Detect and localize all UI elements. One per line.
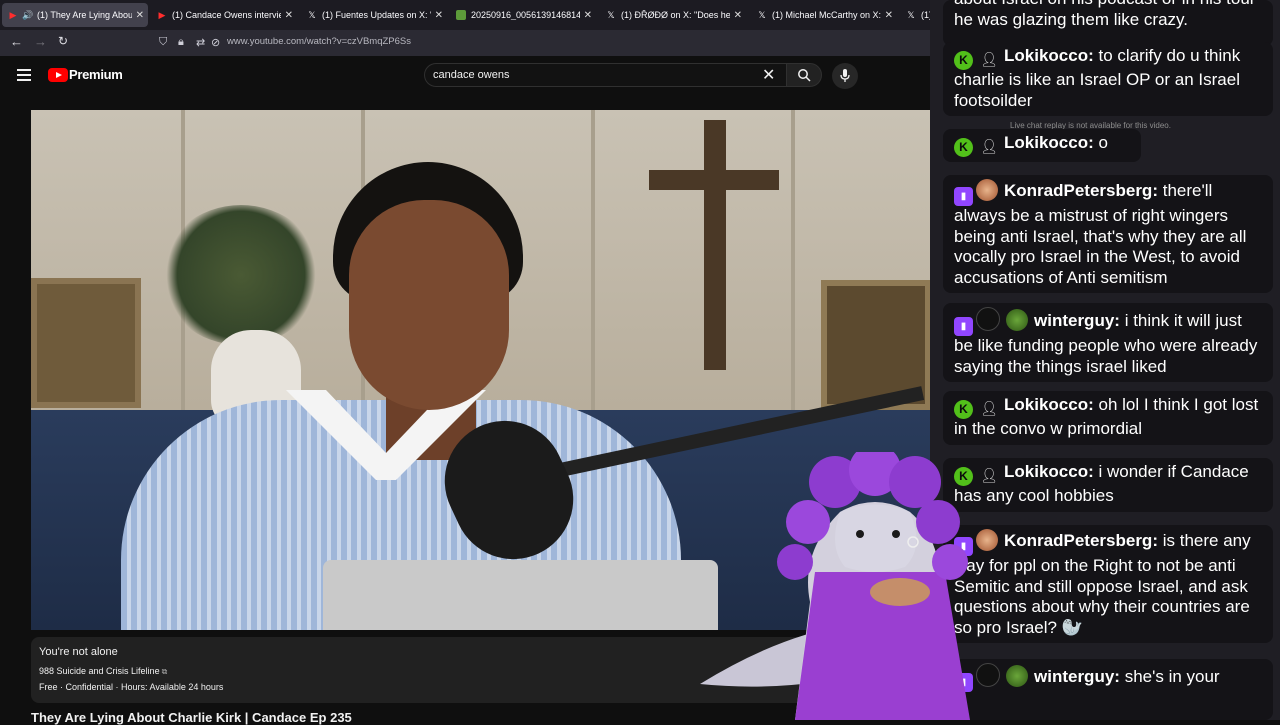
browser-tab[interactable]: 𝕏 (1) Michael McCarthy on X: "Wa ✕ (751, 3, 897, 27)
external-link-icon: ⧉ (161, 667, 168, 676)
shield-icon[interactable]: ⛉ (159, 36, 167, 49)
chat-username: KonradPetersberg (1004, 181, 1153, 200)
browser-tab[interactable]: ▶ 🔊 (1) They Are Lying About C ✕ (2, 3, 148, 27)
chat-text: she's in your (1124, 667, 1220, 686)
browser-tab[interactable]: 𝕏 (1) Fuentes Updates on X: "Can ✕ (301, 3, 447, 27)
chat-message: ▮ winterguy: i think it will just be like… (943, 303, 1273, 382)
chat-username: winterguy (1034, 311, 1115, 330)
crisis-title: You're not alone (39, 646, 118, 658)
x-icon: 𝕏 (607, 9, 615, 20)
tab-title: (1) ÐŘØĐØ on X: "Does he so (621, 10, 730, 20)
kick-icon: K (954, 400, 973, 419)
close-tab-icon[interactable]: ✕ (584, 10, 592, 21)
chat-username: Lokikocco (1004, 133, 1089, 152)
speaker-icon[interactable]: 🔊 (22, 10, 33, 20)
kick-icon: K (954, 138, 973, 157)
chat-username: KonradPetersberg (1004, 531, 1153, 550)
url-text[interactable]: www.youtube.com/watch?v=czVBmqZP6Ss (227, 36, 411, 47)
streamer-avatar (700, 452, 970, 720)
chat-username: Lokikocco (1004, 46, 1089, 65)
video-title: They Are Lying About Charlie Kirk | Cand… (31, 710, 352, 725)
youtube-logo-icon[interactable] (48, 68, 68, 82)
youtube-icon: ▶ (158, 9, 166, 20)
reload-icon[interactable]: ↻ (58, 34, 68, 48)
crucifix-bar (649, 170, 779, 190)
browser-tab[interactable]: 20250916_00561391468148258 ✕ (450, 3, 596, 27)
twitch-icon: ▮ (954, 317, 973, 336)
frog-icon (1006, 309, 1028, 331)
chat-text: about Israel on his podcast or in his to… (954, 0, 1255, 29)
blocked-icon[interactable]: ⊘ (211, 36, 220, 49)
browser-tab[interactable]: ▶ (1) Candace Owens interview w ✕ (151, 3, 297, 27)
x-icon: 𝕏 (758, 9, 766, 20)
chat-username: winterguy (1034, 667, 1115, 686)
close-tab-icon[interactable]: ✕ (285, 10, 293, 21)
tab-title: (1) Candace Owens interview w (172, 10, 281, 20)
user-avatar (976, 307, 1000, 331)
search-icon (798, 69, 811, 82)
host-face (349, 200, 509, 410)
wall-panel (591, 110, 595, 410)
crisis-lifeline-text: 988 Suicide and Crisis Lifeline (39, 666, 160, 676)
wall-panel (791, 110, 795, 410)
search-input[interactable]: candace owens (433, 69, 509, 81)
close-tab-icon[interactable]: ✕ (734, 10, 742, 21)
clear-search-icon[interactable]: ✕ (762, 65, 775, 85)
microphone-icon (840, 69, 850, 82)
chat-text: oh lol I think I got lost in the convo w… (954, 395, 1259, 438)
permissions-icon[interactable]: ⇄ (196, 36, 205, 49)
voice-search-button[interactable] (832, 63, 858, 89)
menu-icon[interactable] (17, 69, 31, 81)
chat-message: K 👤︎ Lokikocco: o (943, 129, 1141, 162)
forward-icon[interactable]: → (34, 34, 47, 49)
chat-message-partial: about Israel on his podcast or in his to… (943, 0, 1273, 46)
tab-title: (1) Fuentes Updates on X: "Can (322, 10, 431, 20)
back-icon[interactable]: ← (10, 34, 23, 49)
browser-tab[interactable]: 𝕏 (1) ÐŘØĐØ on X: "Does he so ✕ (600, 3, 746, 27)
chat-message: ▮ KonradPetersberg: there'll always be a … (943, 175, 1273, 293)
crisis-lifeline-link[interactable]: 988 Suicide and Crisis Lifeline ⧉ (39, 666, 167, 677)
chat-text: o (1098, 133, 1108, 152)
tab-title: 20250916_00561391468148258 (471, 10, 580, 20)
youtube-icon: ▶ (9, 9, 17, 20)
kick-icon: K (954, 51, 973, 70)
lock-icon[interactable]: 🔒︎ (178, 36, 184, 49)
pepe-icon (456, 10, 466, 20)
youtube-premium-logo[interactable]: Premium (69, 67, 123, 82)
plant (161, 205, 321, 345)
chat-message: K 👤︎ Lokikocco: to clarify do u think char… (943, 42, 1273, 116)
search-button[interactable] (786, 63, 822, 87)
tab-title: (1) Michael McCarthy on X: "Wa (772, 10, 881, 20)
twitch-icon: ▮ (954, 187, 973, 206)
chat-username: Lokikocco (1004, 395, 1089, 414)
user-icon: 👤︎ (980, 400, 998, 416)
close-tab-icon[interactable]: ✕ (435, 10, 443, 21)
crucifix (704, 120, 726, 370)
laptop (323, 560, 718, 630)
user-icon: 👤︎ (980, 51, 998, 67)
x-icon: 𝕏 (907, 9, 915, 20)
user-avatar (976, 179, 998, 201)
chat-message: K 👤︎ Lokikocco: oh lol I think I got lost … (943, 391, 1273, 445)
tab-title: (1) They Are Lying About C (37, 10, 132, 20)
user-icon: 👤︎ (980, 138, 998, 154)
picture-frame (31, 278, 141, 408)
crisis-hours: Free · Confidential · Hours: Available 2… (39, 682, 224, 692)
close-tab-icon[interactable]: ✕ (136, 10, 144, 21)
close-tab-icon[interactable]: ✕ (885, 10, 893, 21)
x-icon: 𝕏 (308, 9, 316, 20)
